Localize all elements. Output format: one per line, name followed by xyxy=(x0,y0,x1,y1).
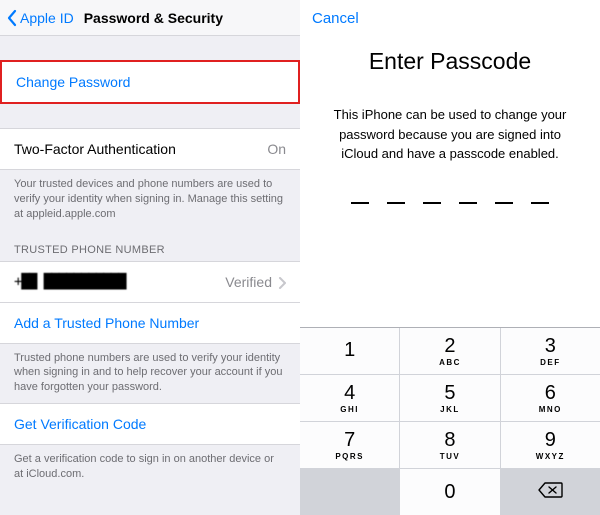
key-delete[interactable] xyxy=(501,469,600,515)
key-1[interactable]: 1 xyxy=(300,328,399,374)
phone-number: +██ ███████████ xyxy=(14,274,125,290)
trusted-phone-row[interactable]: +██ ███████████ Verified xyxy=(0,261,300,303)
key-4[interactable]: 4GHI xyxy=(300,375,399,421)
passcode-dots xyxy=(300,202,600,204)
passcode-screen: Cancel Enter Passcode This iPhone can be… xyxy=(300,0,600,515)
two-factor-row[interactable]: Two-Factor Authentication On xyxy=(0,128,300,170)
key-7[interactable]: 7PQRS xyxy=(300,422,399,468)
back-label: Apple ID xyxy=(20,10,74,26)
change-password-label: Change Password xyxy=(16,74,130,90)
two-factor-label: Two-Factor Authentication xyxy=(14,141,176,157)
passcode-header: Cancel xyxy=(300,0,600,36)
key-3[interactable]: 3DEF xyxy=(501,328,600,374)
key-0[interactable]: 0 xyxy=(400,469,499,515)
two-factor-value: On xyxy=(267,141,286,157)
add-phone-row[interactable]: Add a Trusted Phone Number xyxy=(0,303,300,344)
chevron-right-icon xyxy=(278,276,286,288)
passcode-title: Enter Passcode xyxy=(300,48,600,75)
verification-code-row[interactable]: Get Verification Code xyxy=(0,403,300,445)
passcode-digit xyxy=(351,202,369,204)
key-9[interactable]: 9WXYZ xyxy=(501,422,600,468)
passcode-digit xyxy=(495,202,513,204)
chevron-left-icon xyxy=(6,9,18,27)
numeric-keypad: 1 2ABC 3DEF 4GHI 5JKL 6MNO 7PQRS 8TUV 9W… xyxy=(300,327,600,515)
passcode-digit xyxy=(423,202,441,204)
passcode-digit xyxy=(459,202,477,204)
passcode-message: This iPhone can be used to change your p… xyxy=(300,105,600,164)
verification-footer: Get a verification code to sign in on an… xyxy=(0,445,300,490)
key-2[interactable]: 2ABC xyxy=(400,328,499,374)
delete-icon xyxy=(537,481,563,503)
two-factor-footer: Your trusted devices and phone numbers a… xyxy=(0,170,300,230)
phone-status: Verified xyxy=(225,274,272,290)
key-8[interactable]: 8TUV xyxy=(400,422,499,468)
passcode-digit xyxy=(387,202,405,204)
nav-header: Apple ID Password & Security xyxy=(0,0,300,36)
trusted-number-header: TRUSTED PHONE NUMBER xyxy=(0,230,300,261)
key-blank xyxy=(300,469,399,515)
verification-code-label: Get Verification Code xyxy=(14,416,146,432)
trusted-footer: Trusted phone numbers are used to verify… xyxy=(0,344,300,404)
passcode-digit xyxy=(531,202,549,204)
cancel-button[interactable]: Cancel xyxy=(312,10,359,27)
back-button[interactable]: Apple ID xyxy=(6,9,74,27)
change-password-row[interactable]: Change Password xyxy=(0,60,300,104)
key-6[interactable]: 6MNO xyxy=(501,375,600,421)
key-5[interactable]: 5JKL xyxy=(400,375,499,421)
settings-screen: Apple ID Password & Security Change Pass… xyxy=(0,0,300,515)
page-title: Password & Security xyxy=(84,10,223,26)
add-phone-label: Add a Trusted Phone Number xyxy=(14,315,199,331)
